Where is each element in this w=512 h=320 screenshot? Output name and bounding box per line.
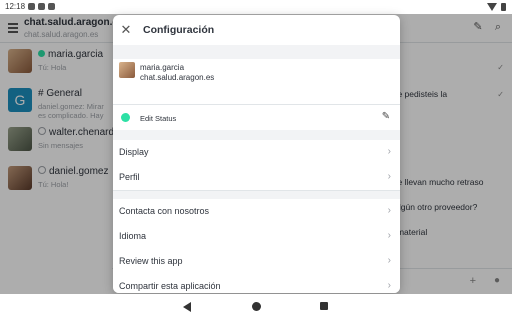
online-status-icon bbox=[121, 113, 130, 122]
pencil-icon[interactable]: ✎ bbox=[380, 111, 392, 123]
chevron-right-icon: › bbox=[387, 255, 391, 266]
notification-icon bbox=[28, 3, 35, 10]
menu-item-contact[interactable]: Contacta con nosotros › bbox=[113, 199, 400, 225]
menu-item-label: Perfil bbox=[119, 172, 140, 182]
modal-title: Configuración bbox=[143, 24, 215, 36]
home-icon[interactable] bbox=[252, 302, 261, 311]
status-time: 12:18 bbox=[5, 2, 26, 11]
system-nav-bar bbox=[0, 294, 512, 320]
section-divider bbox=[113, 130, 400, 140]
menu-item-review[interactable]: Review this app › bbox=[113, 249, 400, 275]
menu-item-label: Compartir esta aplicación bbox=[119, 281, 221, 291]
notification-icon bbox=[48, 3, 55, 10]
battery-icon bbox=[501, 3, 506, 11]
profile-username: maria.garcia bbox=[140, 63, 185, 72]
section-divider bbox=[113, 45, 400, 59]
chevron-right-icon: › bbox=[387, 230, 391, 241]
chevron-right-icon: › bbox=[387, 171, 391, 182]
recents-icon[interactable] bbox=[320, 302, 328, 310]
profile-server: chat.salud.aragon.es bbox=[140, 73, 215, 82]
menu-item-label: Display bbox=[119, 147, 149, 157]
notification-icon bbox=[38, 3, 45, 10]
chevron-right-icon: › bbox=[387, 205, 391, 216]
close-icon[interactable]: ✕ bbox=[119, 23, 133, 37]
modal-header: ✕ Configuración bbox=[113, 15, 400, 45]
edit-status-label: Edit Status bbox=[140, 114, 177, 123]
chevron-right-icon: › bbox=[387, 146, 391, 157]
back-icon[interactable] bbox=[183, 302, 191, 312]
status-bar: 12:18 bbox=[0, 0, 512, 14]
edit-status-row[interactable]: Edit Status ✎ bbox=[113, 104, 400, 131]
menu-item-share[interactable]: Compartir esta aplicación › bbox=[113, 274, 400, 293]
menu-item-language[interactable]: Idioma › bbox=[113, 224, 400, 250]
profile-header: maria.garcia chat.salud.aragon.es bbox=[113, 59, 400, 103]
menu-item-display[interactable]: Display › bbox=[113, 140, 400, 166]
menu-item-label: Contacta con nosotros bbox=[119, 206, 210, 216]
chevron-right-icon: › bbox=[387, 280, 391, 291]
menu-item-perfil[interactable]: Perfil › bbox=[113, 165, 400, 191]
settings-modal: ✕ Configuración maria.garcia chat.salud.… bbox=[113, 15, 400, 293]
section-divider bbox=[113, 191, 400, 199]
menu-item-label: Review this app bbox=[119, 256, 183, 266]
wifi-icon bbox=[487, 3, 497, 11]
avatar bbox=[119, 62, 135, 78]
menu-item-label: Idioma bbox=[119, 231, 147, 241]
